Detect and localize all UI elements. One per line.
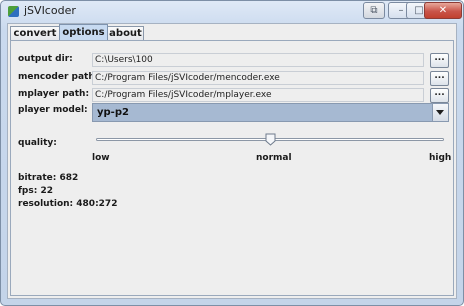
mencoder-path-browse-button[interactable]: ... [430,71,449,86]
close-button[interactable]: ✕ [424,2,462,19]
mencoder-path-field[interactable]: C:/Program Files/jSVIcoder/mencoder.exe [92,71,424,85]
tab-options[interactable]: options [59,24,108,41]
mplayer-path-field[interactable]: C:/Program Files/jSVIcoder/mplayer.exe [92,88,424,102]
player-model-value: yp-p2 [97,107,129,118]
client-area: convert about options output dir: C:\Use… [7,23,457,299]
quality-high-label: high [429,153,452,163]
mplayer-path-label: mplayer path: [18,89,90,99]
output-dir-label: output dir: [18,54,73,64]
quality-label: quality: [18,138,57,148]
mencoder-path-label: mencoder path: [18,72,99,82]
player-model-label: player model: [18,105,88,115]
bitrate-text: bitrate: 682 [18,173,79,183]
resolution-text: resolution: 480:272 [18,199,118,209]
window-title: jSVIcoder [24,4,76,17]
dropdown-arrow-button[interactable] [432,104,448,121]
quality-slider-thumb[interactable] [265,133,276,146]
app-window: jSVIcoder ⧉ – □ ✕ convert about options … [0,0,464,306]
app-icon [8,6,19,17]
chevron-down-icon [436,110,444,115]
tab-convert[interactable]: convert [10,26,60,41]
restore-icon: ⧉ [370,5,378,16]
mplayer-path-browse-button[interactable]: ... [430,88,449,103]
tab-about[interactable]: about [107,26,144,41]
output-dir-field[interactable]: C:\Users\100 [92,53,424,67]
output-dir-browse-button[interactable]: ... [430,53,449,68]
tab-bar: convert about options [8,24,456,41]
close-icon: ✕ [438,5,448,16]
quality-normal-label: normal [256,153,292,163]
options-panel: output dir: C:\Users\100 ... mencoder pa… [10,40,454,296]
quality-low-label: low [92,153,110,163]
restore-button[interactable]: ⧉ [363,2,385,19]
player-model-select[interactable]: yp-p2 [92,103,449,122]
title-bar[interactable]: jSVIcoder ⧉ – □ ✕ [1,1,463,23]
fps-text: fps: 22 [18,186,53,196]
